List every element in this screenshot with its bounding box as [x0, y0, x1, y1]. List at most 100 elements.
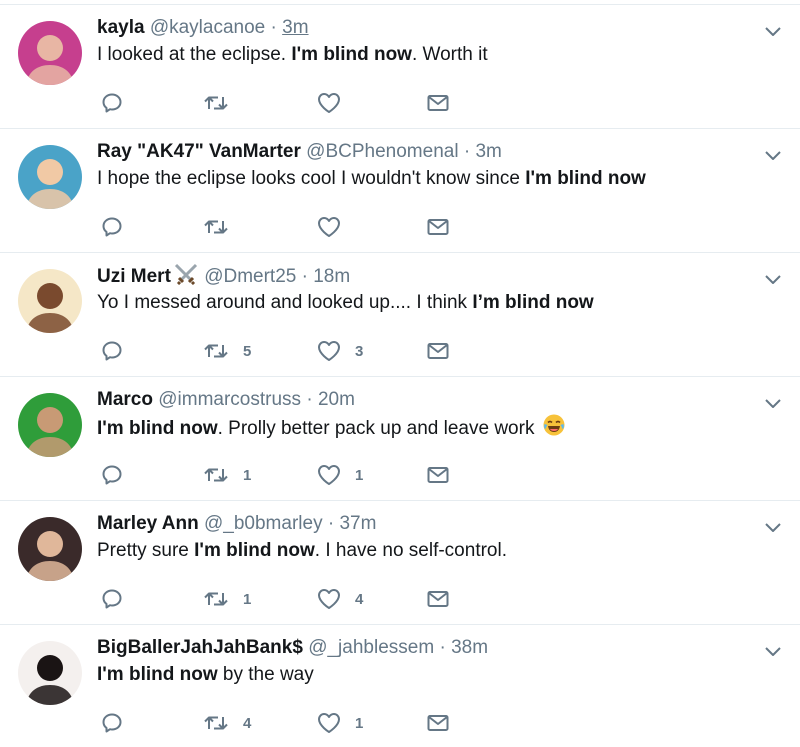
- avatar[interactable]: [18, 145, 82, 209]
- like-icon: [317, 588, 341, 610]
- direct-message-icon: [427, 342, 449, 360]
- reply-icon: [101, 92, 123, 114]
- avatar[interactable]: [18, 641, 82, 705]
- tweet-text: I looked at the eclipse. I'm blind now. …: [97, 41, 488, 69]
- separator-dot: ·: [270, 17, 277, 38]
- retweet-button[interactable]: 5: [203, 339, 251, 363]
- avatar[interactable]: [18, 269, 82, 333]
- author-name[interactable]: Ray "AK47" VanMarter: [97, 141, 301, 162]
- tweet-text-before: Pretty sure: [97, 540, 195, 561]
- retweet-button[interactable]: 1: [203, 587, 251, 611]
- direct-message-icon: [427, 590, 449, 608]
- direct-message-button[interactable]: [427, 215, 449, 239]
- author-handle[interactable]: @BCPhenomenal: [306, 141, 458, 162]
- separator-dot: ·: [439, 637, 446, 658]
- author-name[interactable]: Marley Ann: [97, 513, 199, 534]
- tweet-text-after: by the way: [217, 664, 314, 685]
- tweet-actions: 41: [101, 711, 461, 735]
- chevron-down-icon[interactable]: [764, 645, 782, 657]
- tweet-item[interactable]: BigBallerJahJahBank$ @_jahblessem · 38m I…: [0, 624, 800, 747]
- retweet-button[interactable]: [203, 91, 243, 115]
- reply-button[interactable]: [101, 215, 123, 239]
- avatar[interactable]: [18, 517, 82, 581]
- author-handle[interactable]: @_b0bmarley: [204, 513, 323, 534]
- retweet-icon: [203, 465, 229, 485]
- tweet-actions: [101, 91, 461, 115]
- tweet-timestamp[interactable]: 18m: [313, 266, 350, 287]
- tweet-item[interactable]: kayla @kaylacanoe · 3m I looked at the ec…: [0, 4, 800, 127]
- reply-icon: [101, 216, 123, 238]
- tweet-header: BigBallerJahJahBank$ @_jahblessem · 38m: [97, 635, 488, 661]
- reply-button[interactable]: [101, 711, 123, 735]
- direct-message-button[interactable]: [427, 587, 449, 611]
- tweet-timestamp[interactable]: 3m: [282, 17, 308, 38]
- tweet-header: Uzi Mert @Dmert25 · 18m: [97, 263, 350, 289]
- tweet-timestamp[interactable]: 3m: [475, 141, 501, 162]
- like-button[interactable]: 4: [317, 587, 363, 611]
- tweet-timestamp[interactable]: 20m: [318, 389, 355, 410]
- retweet-count: 5: [243, 342, 252, 360]
- tweet-item[interactable]: Marley Ann @_b0bmarley · 37m Pretty sure …: [0, 500, 800, 623]
- author-name[interactable]: Uzi Mert: [97, 266, 171, 287]
- reply-button[interactable]: [101, 463, 123, 487]
- tweet-text-after: . Worth it: [411, 44, 488, 65]
- author-name[interactable]: kayla: [97, 17, 145, 38]
- like-button[interactable]: 1: [317, 463, 363, 487]
- chevron-down-icon[interactable]: [764, 273, 782, 285]
- avatar[interactable]: [18, 393, 82, 457]
- retweet-icon: [203, 589, 229, 609]
- tweet-text-highlight: I'm blind now: [525, 168, 646, 189]
- like-count: 4: [355, 590, 364, 608]
- direct-message-icon: [427, 466, 449, 484]
- direct-message-button[interactable]: [427, 463, 449, 487]
- tweet-actions: 53: [101, 339, 461, 363]
- author-handle[interactable]: @Dmert25: [204, 266, 296, 287]
- retweet-count: 1: [243, 466, 252, 484]
- tweet-text: Yo I messed around and looked up.... I t…: [97, 289, 594, 317]
- direct-message-button[interactable]: [427, 91, 449, 115]
- tweet-timestamp[interactable]: 38m: [451, 637, 488, 658]
- author-handle[interactable]: @kaylacanoe: [150, 17, 265, 38]
- tweet-timestamp[interactable]: 37m: [339, 513, 376, 534]
- like-button[interactable]: [317, 91, 355, 115]
- retweet-count: 1: [243, 590, 252, 608]
- reply-button[interactable]: [101, 91, 123, 115]
- like-button[interactable]: 1: [317, 711, 363, 735]
- tweet-header: kayla @kaylacanoe · 3m: [97, 15, 309, 41]
- like-button[interactable]: 3: [317, 339, 363, 363]
- direct-message-icon: [427, 94, 449, 112]
- tweet-text: I'm blind now. Prolly better pack up and…: [97, 413, 566, 441]
- tweet-header: Marley Ann @_b0bmarley · 37m: [97, 511, 376, 537]
- tweet-actions: [101, 215, 461, 239]
- tweet-text-before: I hope the eclipse looks cool I wouldn't…: [97, 168, 526, 189]
- tweet-item[interactable]: Uzi Mert @Dmert25 · 18m Yo I messed aroun…: [0, 252, 800, 375]
- tweet-text-after: . Prolly better pack up and leave work: [217, 418, 540, 439]
- retweet-button[interactable]: [203, 215, 243, 239]
- tweet-item[interactable]: Ray "AK47" VanMarter @BCPhenomenal · 3m I…: [0, 128, 800, 251]
- retweet-button[interactable]: 4: [203, 711, 251, 735]
- direct-message-icon: [427, 714, 449, 732]
- chevron-down-icon[interactable]: [764, 521, 782, 533]
- like-count: 1: [355, 714, 364, 732]
- tweet-item[interactable]: Marco @immarcostruss · 20m I'm blind now.…: [0, 376, 800, 499]
- author-name[interactable]: Marco: [97, 389, 153, 410]
- direct-message-button[interactable]: [427, 339, 449, 363]
- reply-icon: [101, 588, 123, 610]
- reply-button[interactable]: [101, 339, 123, 363]
- chevron-down-icon[interactable]: [764, 25, 782, 37]
- chevron-down-icon[interactable]: [764, 397, 782, 409]
- like-icon: [317, 464, 341, 486]
- tweet-text-highlight: I'm blind now: [194, 540, 315, 561]
- like-button[interactable]: [317, 215, 355, 239]
- timeline: kayla @kaylacanoe · 3m I looked at the ec…: [0, 0, 800, 747]
- chevron-down-icon[interactable]: [764, 149, 782, 161]
- retweet-button[interactable]: 1: [203, 463, 251, 487]
- author-handle[interactable]: @immarcostruss: [158, 389, 301, 410]
- like-count: 3: [355, 342, 364, 360]
- tweet-header: Marco @immarcostruss · 20m: [97, 387, 355, 413]
- direct-message-button[interactable]: [427, 711, 449, 735]
- author-handle[interactable]: @_jahblessem: [308, 637, 434, 658]
- reply-button[interactable]: [101, 587, 123, 611]
- author-name[interactable]: BigBallerJahJahBank$: [97, 637, 303, 658]
- avatar[interactable]: [18, 21, 82, 85]
